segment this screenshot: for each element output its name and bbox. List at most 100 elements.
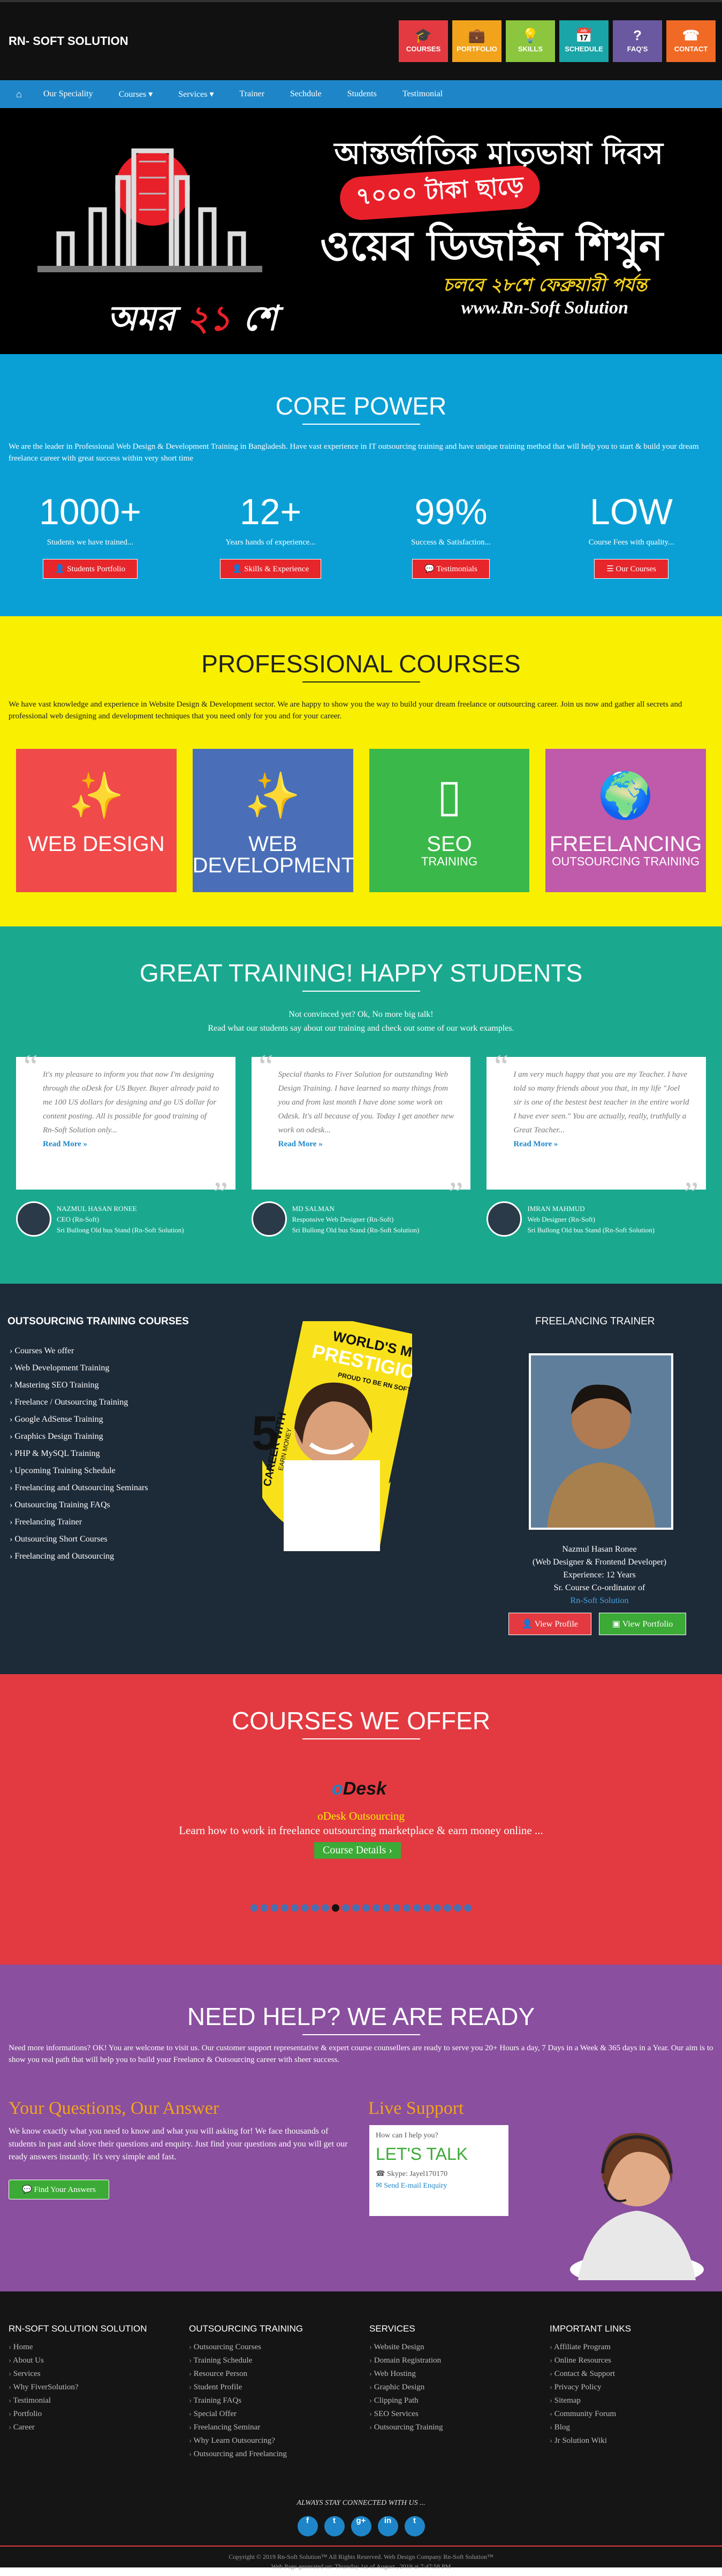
carousel-dot[interactable]: [311, 1904, 319, 1912]
carousel-dot[interactable]: [423, 1904, 431, 1912]
topbar-button-contact[interactable]: ☎ CONTACT: [666, 20, 716, 62]
read-more-link[interactable]: Read More »: [43, 1140, 87, 1148]
trainer-company-link[interactable]: Rn-Soft Solution: [503, 1594, 696, 1607]
footer-link[interactable]: About Us: [9, 2354, 147, 2367]
email-enquiry-link[interactable]: ✉ Send E-mail Enquiry: [376, 2180, 502, 2192]
footer-link[interactable]: Outsourcing Courses: [189, 2341, 303, 2354]
social-icon[interactable]: t: [404, 2516, 425, 2536]
footer-link[interactable]: Home: [9, 2341, 147, 2354]
carousel-dot[interactable]: [413, 1904, 421, 1912]
nav-item-students[interactable]: Students: [347, 89, 377, 99]
course-card[interactable]: 🌍 FREELANCING OUTSOURCING TRAINING: [545, 749, 706, 892]
course-list-item[interactable]: › Google AdSense Training: [10, 1411, 148, 1428]
carousel-dot[interactable]: [393, 1904, 400, 1912]
stat-button[interactable]: ☰ Our Courses: [594, 559, 668, 579]
course-list-item[interactable]: › Freelancing Trainer: [10, 1514, 148, 1531]
carousel-dot[interactable]: [373, 1904, 380, 1912]
skype-link[interactable]: ☎ Skype: Jayel170170: [376, 2168, 502, 2180]
footer-link[interactable]: Contact & Support: [550, 2367, 631, 2381]
site-logo[interactable]: RN- SOFT SOLUTION: [9, 34, 128, 48]
footer-link[interactable]: Training FAQs: [189, 2394, 303, 2408]
footer-link[interactable]: Sitemap: [550, 2394, 631, 2408]
course-list-item[interactable]: › Web Development Training: [10, 1360, 148, 1377]
course-list-item[interactable]: › PHP & MySQL Training: [10, 1445, 148, 1462]
nav-item-services[interactable]: Services ▾: [178, 89, 214, 99]
footer-link[interactable]: Why Learn Outsourcing?: [189, 2434, 303, 2448]
footer-link[interactable]: Clipping Path: [369, 2394, 443, 2408]
carousel-dot[interactable]: [322, 1904, 329, 1912]
carousel-dot[interactable]: [403, 1904, 411, 1912]
find-answers-button[interactable]: 💬 Find Your Answers: [9, 2180, 109, 2199]
footer-link[interactable]: Jr Solution Wiki: [550, 2434, 631, 2448]
course-list-item[interactable]: › Freelancing and Outsourcing: [10, 1548, 148, 1565]
carousel-dot[interactable]: [301, 1904, 309, 1912]
carousel-dot[interactable]: [434, 1904, 441, 1912]
topbar-button-schedule[interactable]: 📅 SCHEDULE: [559, 20, 609, 62]
footer-link[interactable]: SEO Services: [369, 2408, 443, 2421]
carousel-dot[interactable]: [281, 1904, 288, 1912]
topbar-button-courses[interactable]: 🎓 COURSES: [399, 20, 448, 62]
footer-link[interactable]: Special Offer: [189, 2408, 303, 2421]
topbar-button-faqs[interactable]: ? FAQ'S: [613, 20, 662, 62]
footer-link[interactable]: Freelancing Seminar: [189, 2421, 303, 2434]
social-icon[interactable]: t: [324, 2516, 345, 2536]
carousel-dot[interactable]: [291, 1904, 299, 1912]
course-card[interactable]: ✨ WEB DEVELOPMENT: [192, 749, 354, 892]
footer-link[interactable]: Graphic Design: [369, 2381, 443, 2394]
carousel-dot[interactable]: [342, 1904, 349, 1912]
course-card[interactable]: ▯ SEO TRAINING: [369, 749, 530, 892]
topbar-button-portfolio[interactable]: 💼 PORTFOLIO: [452, 20, 501, 62]
footer-link[interactable]: Testimonial: [9, 2394, 147, 2408]
footer-link[interactable]: Online Resources: [550, 2354, 631, 2367]
chat-widget[interactable]: How can I help you? LET'S TALK ☎ Skype: …: [369, 2125, 508, 2216]
carousel-dot[interactable]: [444, 1904, 451, 1912]
footer-link[interactable]: Resource Person: [189, 2367, 303, 2381]
view-portfolio-button[interactable]: ▣ View Portfolio: [598, 1613, 687, 1635]
course-card[interactable]: ✨ WEB DESIGN: [16, 749, 177, 892]
stat-button[interactable]: 👤 Skills & Experience: [219, 559, 322, 579]
carousel-dot[interactable]: [454, 1904, 461, 1912]
carousel-dot[interactable]: [261, 1904, 268, 1912]
nav-item-our-speciality[interactable]: Our Speciality: [43, 89, 93, 99]
course-list-item[interactable]: › Outsourcing Short Courses: [10, 1531, 148, 1548]
course-list-item[interactable]: › Graphics Design Training: [10, 1428, 148, 1445]
carousel-dot[interactable]: [383, 1904, 390, 1912]
nav-item-testimonial[interactable]: Testimonial: [402, 89, 443, 99]
nav-item-sechdule[interactable]: Sechdule: [290, 89, 322, 99]
stat-button[interactable]: 💬 Testimonials: [412, 559, 490, 579]
footer-link[interactable]: Privacy Policy: [550, 2381, 631, 2394]
carousel-dot[interactable]: [271, 1904, 278, 1912]
read-more-link[interactable]: Read More »: [278, 1140, 323, 1148]
carousel-dot[interactable]: [250, 1904, 258, 1912]
footer-link[interactable]: Student Profile: [189, 2381, 303, 2394]
social-icon[interactable]: in: [377, 2516, 398, 2536]
footer-link[interactable]: Community Forum: [550, 2408, 631, 2421]
social-icon[interactable]: f: [297, 2516, 318, 2536]
footer-link[interactable]: Website Design: [369, 2341, 443, 2354]
footer-link[interactable]: Why FiverSolution?: [9, 2381, 147, 2394]
carousel-dot[interactable]: [332, 1904, 339, 1912]
footer-link[interactable]: Portfolio: [9, 2408, 147, 2421]
view-profile-button[interactable]: 👤 View Profile: [508, 1613, 591, 1635]
course-list-item[interactable]: › Freelancing and Outsourcing Seminars: [10, 1479, 148, 1497]
course-list-item[interactable]: › Outsourcing Training FAQs: [10, 1497, 148, 1514]
nav-item-trainer[interactable]: Trainer: [240, 89, 265, 99]
course-list-item[interactable]: › Freelance / Outsourcing Training: [10, 1394, 148, 1411]
course-list-item[interactable]: › Upcoming Training Schedule: [10, 1462, 148, 1479]
footer-link[interactable]: Web Hosting: [369, 2367, 443, 2381]
read-more-link[interactable]: Read More »: [513, 1140, 558, 1148]
footer-link[interactable]: Career: [9, 2421, 147, 2434]
footer-link[interactable]: Domain Registration: [369, 2354, 443, 2367]
stat-button[interactable]: 👤 Students Portfolio: [42, 559, 138, 579]
carousel-dot[interactable]: [352, 1904, 360, 1912]
footer-link[interactable]: Training Schedule: [189, 2354, 303, 2367]
social-icon[interactable]: g+: [351, 2516, 371, 2536]
carousel-dot[interactable]: [464, 1904, 472, 1912]
home-icon[interactable]: ⌂: [16, 89, 22, 100]
footer-link[interactable]: Outsourcing Training: [369, 2421, 443, 2434]
course-slide-title[interactable]: oDesk Outsourcing: [0, 1810, 722, 1823]
footer-link[interactable]: Affiliate Program: [550, 2341, 631, 2354]
footer-link[interactable]: Services: [9, 2367, 147, 2381]
topbar-button-skills[interactable]: 💡 SKILLS: [506, 20, 555, 62]
nav-item-courses[interactable]: Courses ▾: [119, 89, 153, 99]
